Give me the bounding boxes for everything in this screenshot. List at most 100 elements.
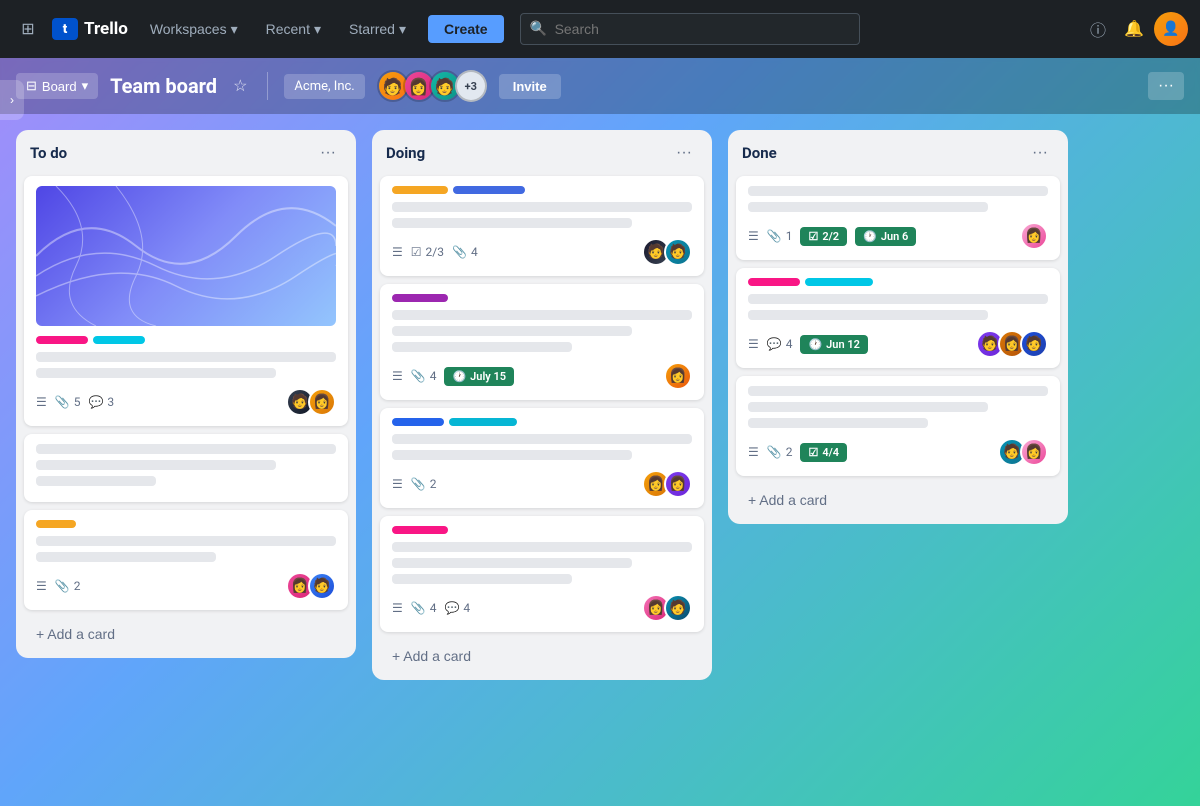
clock-icon: 🕐 — [863, 230, 877, 243]
card-text-line — [36, 368, 276, 378]
add-card-button-todo[interactable]: + Add a card — [24, 618, 348, 650]
card-doing-3[interactable]: ☰ 📎 2 👩 👩 — [380, 408, 704, 508]
card-text-line — [748, 202, 988, 212]
card-avatar-2: 👩 — [664, 470, 692, 498]
card-avatar-1: 👩 — [1020, 222, 1048, 250]
date-badge: 🕐 Jun 12 — [800, 335, 867, 354]
card-text-line — [392, 574, 572, 584]
attachment-icon: 📎 — [55, 395, 70, 409]
workspaces-menu[interactable]: Workspaces ▾ — [140, 15, 248, 44]
board-view-button[interactable]: ⊟ Board ▾ — [16, 73, 98, 99]
checklist-icon: ☑ — [808, 230, 818, 243]
chevron-down-icon: ▾ — [231, 21, 238, 38]
workspace-label[interactable]: Acme, Inc. — [284, 74, 364, 99]
card-avatar-2: 🧑 — [308, 572, 336, 600]
description-icon: ☰ — [36, 579, 47, 593]
invite-button[interactable]: Invite — [499, 74, 561, 99]
chevron-down-icon: ▾ — [399, 21, 406, 38]
card-todo-3[interactable]: ☰ 📎 2 👩 🧑 — [24, 510, 348, 610]
info-button[interactable]: ⓘ — [1082, 13, 1114, 45]
card-desc-icon: ☰ — [36, 395, 47, 409]
grid-icon[interactable]: ⊞ — [12, 13, 44, 45]
card-attachments: 📎 4 — [452, 245, 478, 259]
starred-menu[interactable]: Starred ▾ — [339, 15, 416, 44]
card-text-line — [748, 386, 1048, 396]
board-title: Team board — [110, 74, 217, 98]
card-avatars: 🧑 🧑 — [642, 238, 692, 266]
card-done-1[interactable]: ☰ 📎 1 ☑ 2/2 🕐 Jun 6 👩 — [736, 176, 1060, 260]
card-avatars: 👩 — [1020, 222, 1048, 250]
card-avatars: 👩 — [664, 362, 692, 390]
card-desc-icon: ☰ — [392, 477, 403, 491]
card-text-line — [748, 402, 988, 412]
label-blue — [453, 186, 525, 194]
card-done-3[interactable]: ☰ 📎 2 ☑ 4/4 🧑 👩 — [736, 376, 1060, 476]
card-text-line — [392, 434, 692, 444]
board-content: To do ··· ☰ — [0, 114, 1200, 806]
checklist-badge: ☑ 4/4 — [800, 443, 847, 462]
card-desc-icon: ☰ — [392, 245, 403, 259]
card-avatars: 🧑 👩 🧑 — [976, 330, 1048, 358]
create-button[interactable]: Create — [428, 15, 504, 43]
search-icon: 🔍 — [530, 21, 547, 37]
attachment-icon: 📎 — [767, 229, 782, 243]
card-avatars: 👩 🧑 — [286, 572, 336, 600]
navbar: ⊞ t Trello Workspaces ▾ Recent ▾ Starred… — [0, 0, 1200, 58]
card-attachments: 📎 2 — [767, 445, 793, 459]
board-header: ⊟ Board ▾ Team board ☆ Acme, Inc. 🧑 👩 🧑 … — [0, 58, 1200, 114]
comment-icon: 💬 — [88, 395, 103, 409]
more-options-button[interactable]: ··· — [1148, 72, 1184, 100]
list-header-doing: Doing ··· — [372, 130, 712, 172]
list-title-todo: To do — [30, 144, 67, 162]
extra-members-count[interactable]: +3 — [455, 70, 487, 102]
card-done-2[interactable]: ☰ 💬 4 🕐 Jun 12 🧑 👩 🧑 — [736, 268, 1060, 368]
card-text-line — [392, 310, 692, 320]
date-badge: 🕐 Jun 6 — [855, 227, 916, 246]
card-avatar-2: 🧑 — [664, 238, 692, 266]
label-teal — [805, 278, 873, 286]
member-avatars: 🧑 👩 🧑 +3 — [377, 70, 487, 102]
search-input[interactable] — [520, 13, 860, 45]
card-doing-4[interactable]: ☰ 📎 4 💬 4 👩 🧑 — [380, 516, 704, 632]
clock-icon: 🕐 — [452, 370, 466, 383]
user-avatar[interactable]: 👤 — [1154, 12, 1188, 46]
card-text-line — [748, 418, 928, 428]
card-avatar-3: 🧑 — [1020, 330, 1048, 358]
card-text-line — [392, 558, 632, 568]
card-text-line — [392, 326, 632, 336]
list-todo: To do ··· ☰ — [16, 130, 356, 658]
card-footer: ☰ ☑ 2/3 📎 4 🧑 🧑 — [392, 238, 692, 266]
list-menu-done[interactable]: ··· — [1026, 142, 1054, 164]
notifications-button[interactable]: 🔔 — [1118, 13, 1150, 45]
header-right: ··· — [1148, 72, 1184, 100]
card-text-line — [748, 186, 1048, 196]
list-title-done: Done — [742, 144, 777, 162]
card-footer: ☰ 📎 2 ☑ 4/4 🧑 👩 — [748, 438, 1048, 466]
card-attachments: 📎 4 — [411, 601, 437, 615]
card-doing-2[interactable]: ☰ 📎 4 🕐 July 15 👩 — [380, 284, 704, 400]
trello-logo[interactable]: t Trello — [52, 18, 128, 40]
card-desc-icon: ☰ — [392, 369, 403, 383]
checklist-icon: ☑ — [808, 446, 818, 459]
list-menu-todo[interactable]: ··· — [314, 142, 342, 164]
add-card-button-doing[interactable]: + Add a card — [380, 640, 704, 672]
list-menu-doing[interactable]: ··· — [670, 142, 698, 164]
card-labels — [392, 294, 692, 302]
card-doing-1[interactable]: ☰ ☑ 2/3 📎 4 🧑 🧑 — [380, 176, 704, 276]
card-footer: ☰ 📎 2 👩 🧑 — [36, 572, 336, 600]
card-todo-2[interactable] — [24, 434, 348, 502]
recent-menu[interactable]: Recent ▾ — [256, 15, 331, 44]
list-done: Done ··· ☰ 📎 1 ☑ 2/2 🕐 Jun 6 👩 — [728, 130, 1068, 524]
add-card-button-done[interactable]: + Add a card — [736, 484, 1060, 516]
card-footer: ☰ 📎 4 💬 4 👩 🧑 — [392, 594, 692, 622]
sidebar-toggle[interactable]: › — [0, 80, 24, 120]
card-comments: 💬 4 — [444, 601, 470, 615]
card-todo-1[interactable]: ☰ 📎 5 💬 3 🧑 👩 — [24, 176, 348, 426]
star-button[interactable]: ☆ — [229, 72, 251, 100]
card-text-line — [748, 310, 988, 320]
card-text-line — [36, 460, 276, 470]
card-labels — [36, 520, 336, 528]
card-text-line — [392, 342, 572, 352]
label-pink — [36, 336, 88, 344]
card-labels — [392, 526, 692, 534]
